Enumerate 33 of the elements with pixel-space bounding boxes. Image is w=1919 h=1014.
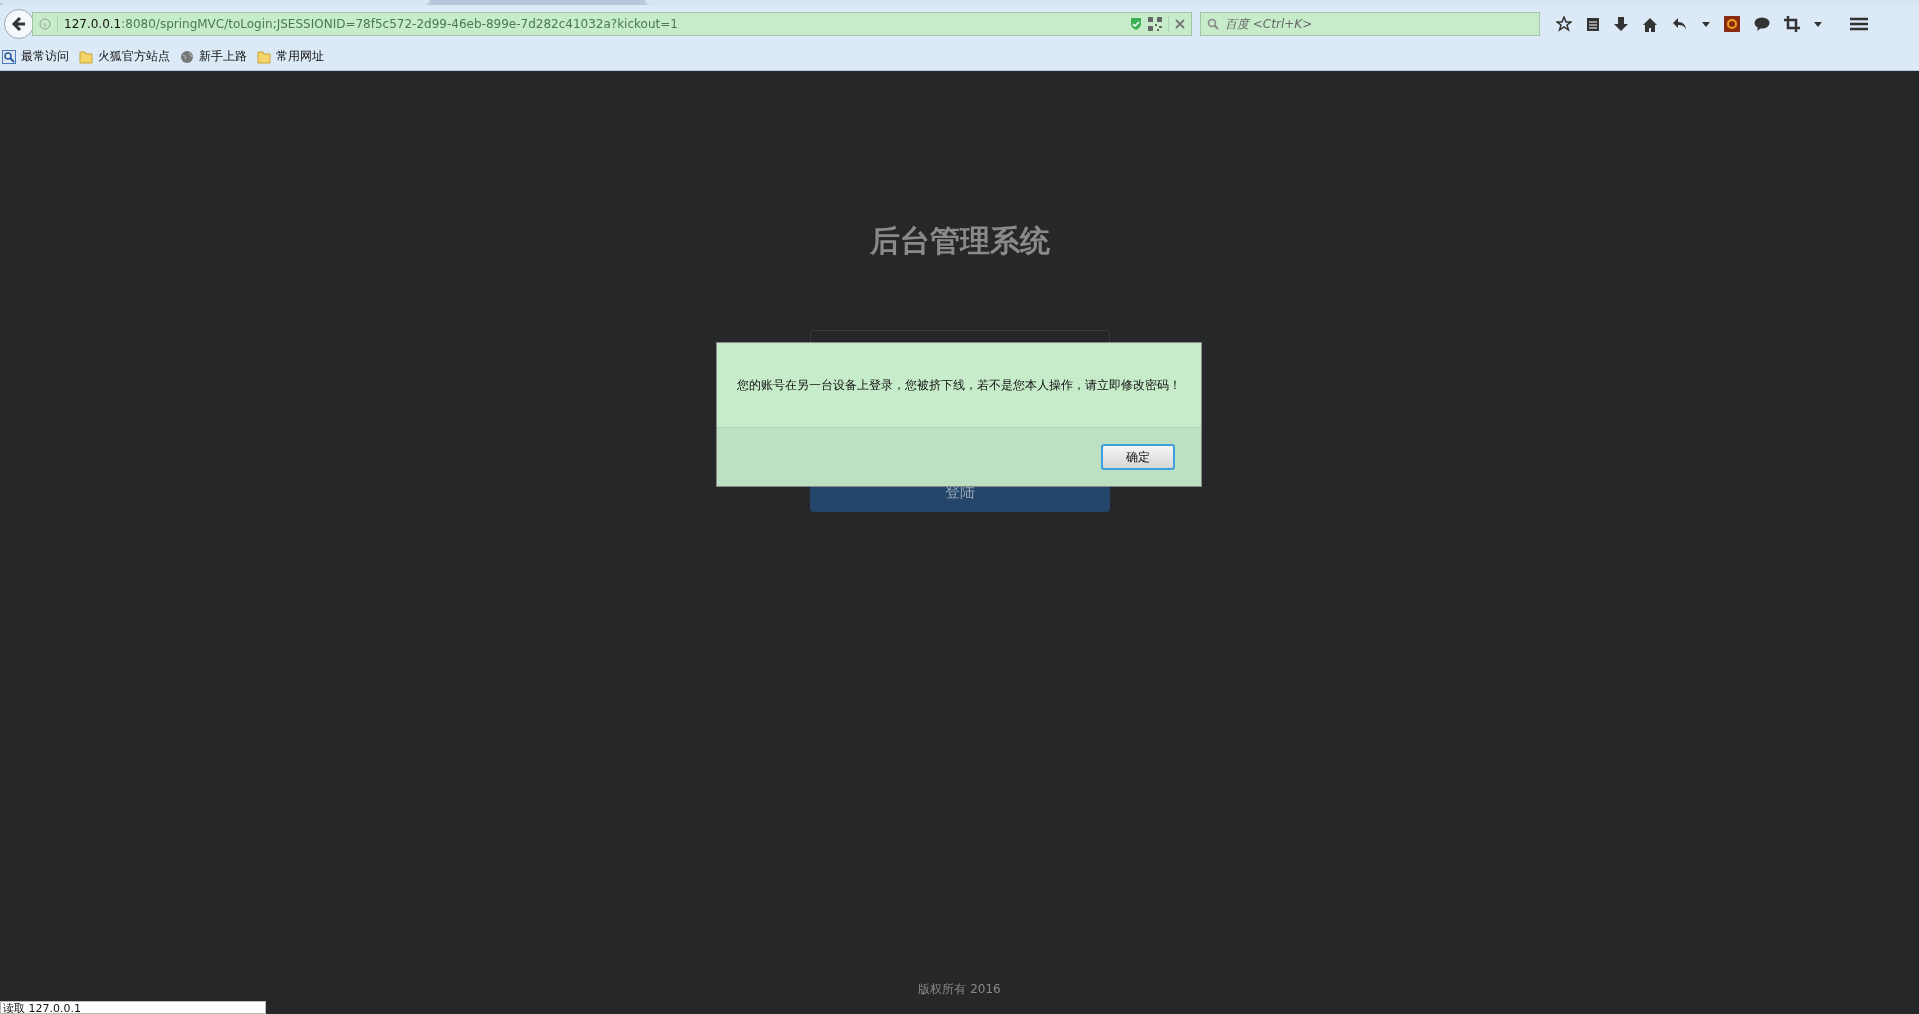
url-text: 127.0.0.1:8080/springMVC/toLogin;JSESSIONID=78f5c572-2d99-46eb-899e-7d282c41032a?kickout=1 — [64, 17, 679, 31]
address-bar[interactable]: 127.0.0.1:8080/springMVC/toLogin;JSESSIONID=78f5c572-2d99-46eb-899e-7d282c41032a?kickout=1 — [32, 12, 1192, 36]
copyright-text: 版权所有 2016 — [918, 981, 1001, 998]
undo-icon[interactable] — [1672, 17, 1688, 31]
globe-icon — [180, 49, 194, 64]
search-field[interactable]: 百度 <Ctrl+K> — [1200, 12, 1540, 36]
star-icon[interactable] — [1556, 16, 1572, 32]
shield-icon[interactable] — [1130, 17, 1142, 31]
folder-icon — [79, 49, 93, 64]
status-bar: 读取 127.0.0.1 — [0, 1001, 266, 1014]
bookmark-link[interactable]: 最常访问 — [21, 48, 69, 65]
addon-icon[interactable] — [1724, 16, 1740, 32]
crop-icon[interactable] — [1784, 16, 1800, 32]
back-icon — [11, 16, 27, 32]
download-icon[interactable] — [1614, 16, 1628, 32]
back-button[interactable] — [4, 9, 34, 39]
qr-code-icon[interactable] — [1148, 17, 1162, 31]
home-icon[interactable] — [1642, 16, 1658, 32]
dropdown-icon[interactable] — [1702, 21, 1710, 27]
folder-icon — [257, 49, 271, 64]
search-placeholder: 百度 <Ctrl+K> — [1225, 15, 1313, 33]
dropdown-icon[interactable] — [1814, 21, 1822, 27]
page-title: 后台管理系统 — [869, 222, 1050, 260]
menu-icon[interactable] — [1850, 17, 1868, 31]
bookmark-link[interactable]: 常用网址 — [276, 48, 324, 65]
clipboard-icon[interactable] — [1586, 16, 1600, 32]
close-icon[interactable] — [1175, 19, 1185, 29]
bookmark-link[interactable]: 新手上路 — [199, 48, 247, 65]
ok-button[interactable]: 确定 — [1101, 444, 1175, 470]
dialog-message: 您的账号在另一台设备上登录，您被挤下线，若不是您本人操作，请立即修改密码！ — [737, 376, 1181, 394]
search-icon — [1207, 18, 1219, 30]
bookmark-link[interactable]: 火狐官方站点 — [98, 48, 170, 65]
chat-icon[interactable] — [1754, 17, 1770, 31]
